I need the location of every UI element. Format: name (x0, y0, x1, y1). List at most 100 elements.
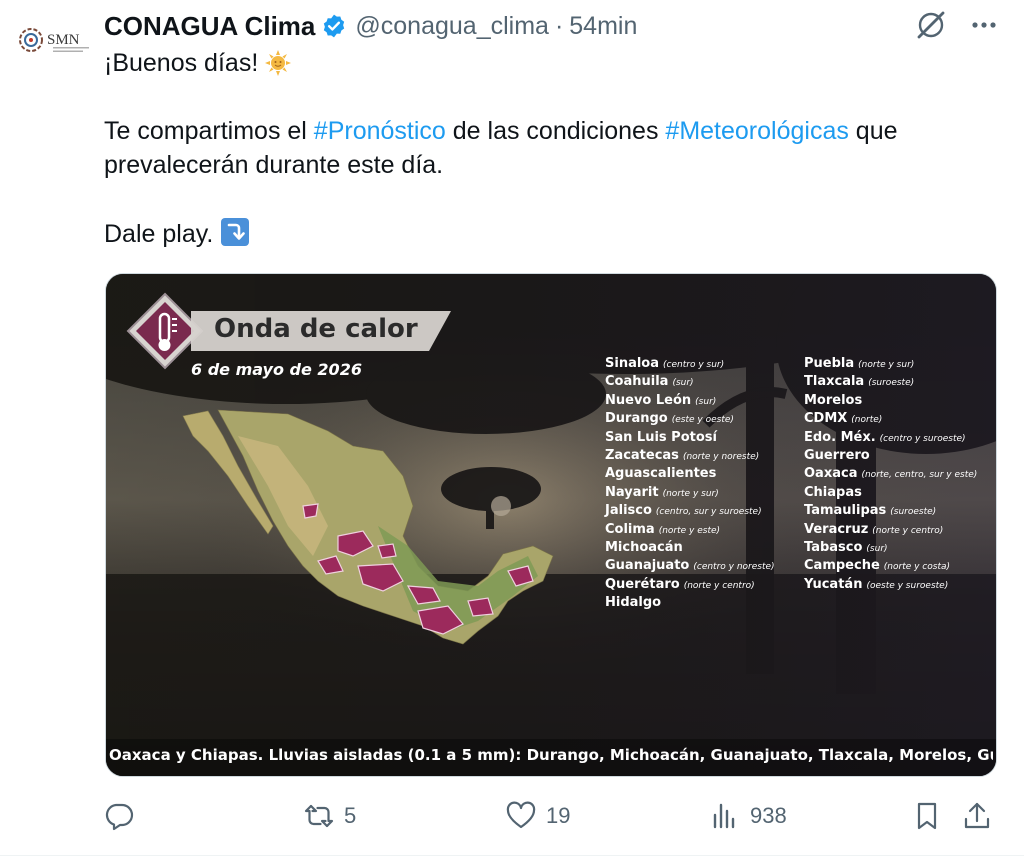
state-note: (norte y sur) (858, 360, 915, 370)
state-name: Nayarit (605, 484, 659, 500)
bookmark-button[interactable] (912, 796, 942, 836)
retweet-count: 5 (344, 803, 357, 828)
state-note: (norte) (851, 415, 883, 426)
state-name: Zacatecas (605, 447, 679, 463)
state-item: Coahuila (sur) (605, 373, 775, 391)
state-item: Edo. Méx. (centro y suroeste) (804, 429, 977, 447)
state-note: (sur) (866, 543, 888, 554)
news-ticker: Oaxaca y Chiapas. Lluvias aisladas (0.1 … (109, 746, 993, 764)
state-item: Zacatecas (norte y noreste) (605, 447, 775, 465)
state-name: Querétaro (605, 576, 680, 592)
avatar[interactable]: SMN (18, 16, 90, 64)
like-button[interactable]: 19 (506, 796, 570, 836)
tweet-text-line1: ¡Buenos días! (104, 46, 292, 80)
state-name: Hidalgo (605, 595, 662, 611)
state-name: Morelos (804, 392, 863, 408)
state-item: Jalisco (centro, sur y suroeste) (605, 502, 775, 520)
tweet-article[interactable]: SMN CONAGUA Clima @conagua_clima · 54min… (0, 0, 1024, 866)
reply-button[interactable] (104, 796, 134, 836)
states-list-right: Puebla (norte y sur) Tlaxcala (suroeste) Mor… (804, 355, 977, 594)
media-date: 6 de mayo de 2026 (191, 360, 362, 379)
state-item: Chiapas (804, 484, 977, 502)
views-count: 938 (750, 803, 787, 828)
state-note: (oeste y suroeste) (866, 580, 949, 591)
avatar-subtext-decoration (53, 47, 89, 52)
state-item: Nuevo León (sur) (605, 392, 775, 410)
state-item: Aguascalientes (605, 465, 775, 483)
state-item: CDMX (norte) (804, 410, 977, 428)
state-item: Puebla (norte y sur) (804, 355, 977, 373)
author-name[interactable]: CONAGUA Clima (104, 11, 315, 42)
heat-zone (467, 597, 494, 617)
views-icon (713, 803, 735, 829)
state-name: Oaxaca (804, 466, 858, 482)
tweet-header: CONAGUA Clima @conagua_clima · 54min (104, 8, 637, 44)
verified-badge-icon[interactable] (321, 13, 347, 39)
state-item: Hidalgo (605, 594, 775, 612)
state-note: (norte y centro) (683, 580, 755, 591)
author-handle[interactable]: @conagua_clima (355, 12, 549, 41)
header-separator: · (554, 11, 564, 40)
more-icon[interactable] (970, 11, 998, 39)
state-name: Tabasco (804, 539, 863, 555)
heart-icon (506, 801, 536, 829)
state-name: San Luis Potosí (605, 429, 717, 445)
state-name: Campeche (804, 558, 880, 574)
state-note: (este y oeste) (671, 415, 734, 426)
state-item: Tlaxcala (suroeste) (804, 373, 977, 391)
state-note: (norte y este) (658, 525, 721, 536)
share-button[interactable] (962, 796, 992, 836)
state-name: CDMX (804, 411, 848, 427)
state-name: Tamaulipas (804, 503, 887, 519)
share-icon (964, 802, 990, 829)
state-item: Michoacán (605, 539, 775, 557)
state-item: San Luis Potosí (605, 429, 775, 447)
state-name: Coahuila (605, 374, 669, 390)
retweet-button[interactable]: 5 (304, 796, 356, 836)
state-note: (norte y sur) (662, 488, 719, 499)
state-name: Veracruz (804, 521, 869, 537)
state-item: Oaxaca (norte, centro, sur y este) (804, 465, 977, 483)
tweet-text-paragraph2: Te compartimos el #Pronóstico de las con… (104, 114, 1004, 182)
state-item: Guerrero (804, 447, 977, 465)
state-item: Tabasco (sur) (804, 539, 977, 557)
like-count: 19 (546, 803, 571, 828)
retweet-icon (304, 804, 334, 828)
state-name: Durango (605, 411, 668, 427)
state-note: (centro y suroeste) (879, 433, 966, 444)
state-name: Puebla (804, 356, 855, 371)
state-item: Sinaloa (centro y sur) (605, 355, 775, 373)
state-note: (suroeste) (868, 378, 915, 389)
state-note: (norte y noreste) (682, 451, 760, 462)
state-item: Querétaro (norte y centro) (605, 576, 775, 594)
header-actions (914, 8, 998, 42)
video-media[interactable]: Onda de calor 6 de mayo de 2026 Sinaloa … (105, 273, 997, 777)
state-item: Morelos (804, 392, 977, 410)
tweet-timestamp[interactable]: 54min (569, 12, 637, 41)
state-item: Campeche (norte y costa) (804, 557, 977, 575)
state-item: Tamaulipas (suroeste) (804, 502, 977, 520)
state-note: (sur) (672, 378, 694, 389)
state-item: Nayarit (norte y sur) (605, 484, 775, 502)
state-name: Michoacán (605, 539, 683, 555)
grok-icon[interactable] (914, 8, 948, 42)
state-name: Yucatán (804, 576, 863, 592)
smn-logo-icon (19, 28, 43, 52)
text-segment: Te compartimos el (104, 117, 314, 145)
hashtag-pronostico[interactable]: #Pronóstico (314, 117, 446, 145)
views-button[interactable]: 938 (710, 796, 787, 836)
text-segment: de las condiciones (445, 117, 666, 145)
state-name: Guanajuato (605, 558, 690, 574)
state-item: Colima (norte y este) (605, 521, 775, 539)
state-item: Veracruz (norte y centro) (804, 521, 977, 539)
reply-icon (105, 803, 134, 831)
state-name: Jalisco (605, 503, 652, 519)
state-note: (centro y noreste) (693, 562, 775, 573)
state-name: Aguascalientes (605, 466, 717, 482)
heat-zone (377, 543, 397, 559)
greeting-text: ¡Buenos días! (104, 49, 259, 77)
arrow-down-emoji-icon (221, 218, 250, 246)
state-note: (norte y centro) (872, 525, 944, 536)
state-name: Guerrero (804, 447, 870, 463)
hashtag-meteorologicas[interactable]: #Meteorológicas (665, 117, 848, 145)
